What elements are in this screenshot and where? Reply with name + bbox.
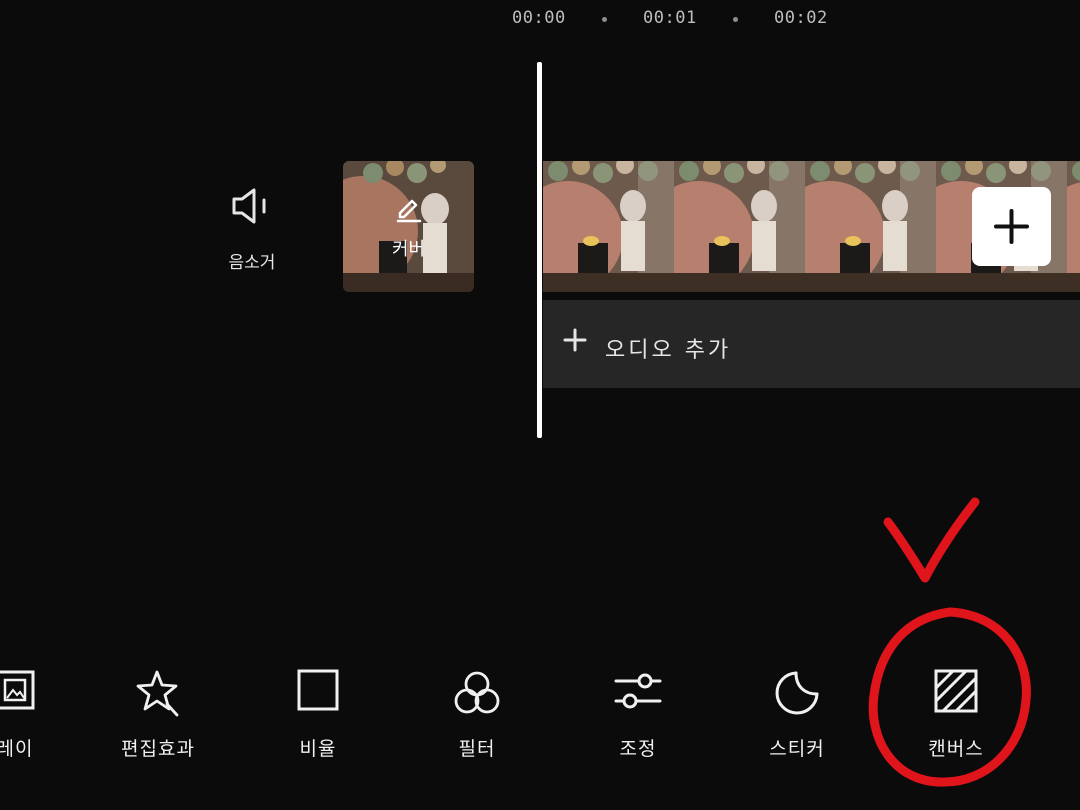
tool-adjust[interactable]: 조정	[568, 650, 708, 770]
tool-overlay-label: 레이	[0, 738, 34, 760]
cover-label: 커버	[391, 239, 426, 260]
tool-sticker-label: 스티커	[769, 738, 825, 760]
timecode-0: 00:00	[512, 8, 566, 28]
square-icon	[297, 669, 339, 711]
tool-ratio-label: 비율	[299, 738, 337, 760]
video-frame-thumbnail	[674, 161, 805, 292]
tool-filter[interactable]: 필터	[407, 650, 547, 770]
video-frame-thumbnail	[1067, 161, 1080, 292]
magic-star-icon	[136, 670, 179, 717]
video-frame-thumbnail	[805, 161, 936, 292]
speaker-icon	[232, 188, 266, 224]
time-ruler: 00:00 00:01 00:02	[0, 8, 1080, 30]
pencil-icon	[396, 199, 422, 223]
mute-button[interactable]: 음소거	[212, 180, 292, 280]
tool-canvas[interactable]: 캔버스	[886, 650, 1026, 770]
sticker-icon	[775, 671, 819, 715]
sliders-icon	[614, 673, 662, 709]
tool-filter-label: 필터	[458, 738, 496, 760]
ruler-dot	[733, 17, 738, 22]
tool-adjust-label: 조정	[619, 738, 657, 760]
cover-button[interactable]: 커버	[343, 161, 474, 292]
tool-effects-label: 편집효과	[121, 738, 195, 760]
overlay-icon	[0, 670, 35, 710]
bottom-toolbar: 레이 편집효과 비율 필터 조정 스티커 캔버스	[0, 650, 1080, 770]
ruler-dot	[602, 17, 607, 22]
add-audio-button[interactable]: 오디오 추가	[543, 300, 1080, 388]
filter-circles-icon	[454, 671, 500, 714]
tool-effects[interactable]: 편집효과	[88, 650, 228, 770]
timecode-1: 00:01	[643, 8, 697, 28]
tool-canvas-label: 캔버스	[928, 738, 984, 760]
plus-icon	[563, 328, 587, 352]
playhead[interactable]	[537, 62, 542, 438]
video-frame-thumbnail	[543, 161, 674, 292]
tool-overlay[interactable]: 레이	[0, 650, 85, 770]
tool-ratio[interactable]: 비율	[248, 650, 388, 770]
add-audio-label: 오디오 추가	[605, 338, 732, 363]
tool-sticker[interactable]: 스티커	[727, 650, 867, 770]
timecode-2: 00:02	[774, 8, 828, 28]
mute-label: 음소거	[228, 253, 276, 273]
checkmark-annotation	[883, 497, 980, 583]
add-clip-button[interactable]	[972, 187, 1051, 266]
canvas-hatch-icon	[934, 669, 978, 713]
cover-thumbnail-image	[343, 161, 474, 292]
plus-icon	[994, 209, 1029, 244]
